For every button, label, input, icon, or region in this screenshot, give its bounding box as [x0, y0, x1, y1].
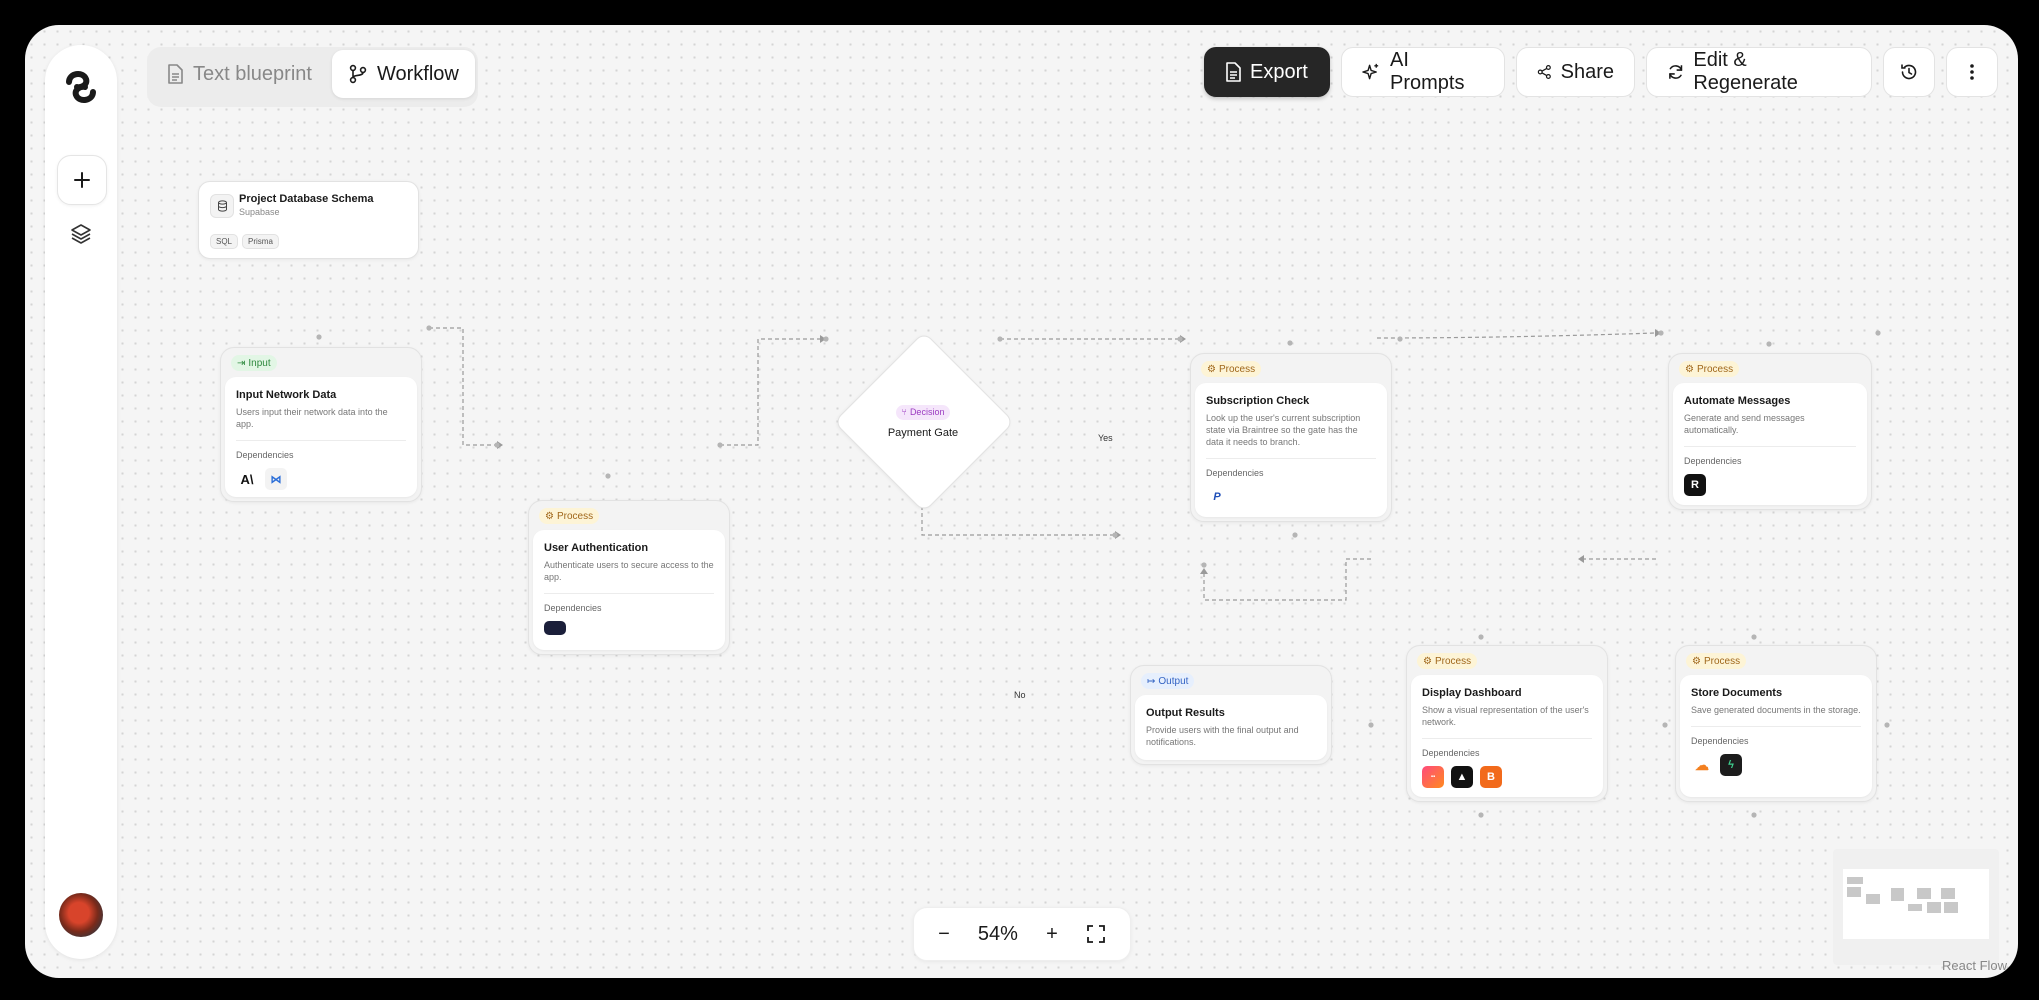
- process-badge: ⚙ Process: [1686, 653, 1747, 669]
- decision-badge: ⑂ Decision: [895, 404, 951, 420]
- input-badge: ⇥ Input: [231, 355, 277, 371]
- dependencies-label: Dependencies: [1684, 456, 1742, 466]
- dependencies-label: Dependencies: [1206, 468, 1264, 478]
- anthropic-icon: A\: [236, 468, 258, 490]
- node-user-authentication[interactable]: ⚙ Process User Authentication Authenticat…: [528, 500, 730, 655]
- dependencies-label: Dependencies: [1691, 736, 1749, 746]
- payment-gate-content: ⑂ Decision Payment Gate: [845, 402, 1001, 439]
- edge-label-no: No: [1011, 690, 1029, 700]
- node-description: Generate and send messages automatically…: [1684, 413, 1805, 435]
- database-icon: [210, 194, 234, 218]
- node-input-network-data[interactable]: ⇥ Input Input Network Data Users input th…: [220, 347, 422, 502]
- minimap[interactable]: [1833, 849, 1999, 965]
- node-description: Show a visual representation of the user…: [1422, 705, 1589, 727]
- gear-icon: ⚙: [1207, 363, 1216, 375]
- node-title: Display Dashboard: [1422, 687, 1522, 699]
- minimap-canvas: [1843, 869, 1989, 939]
- node-title: Input Network Data: [236, 389, 337, 401]
- zoom-controls: − 54% +: [913, 907, 1131, 961]
- gear-icon: ⚙: [1423, 655, 1432, 667]
- schema-tag: Prisma: [242, 234, 279, 249]
- node-description: Provide users with the final output and …: [1146, 725, 1299, 747]
- edge-auth-gate: [720, 338, 820, 446]
- zoom-out-button[interactable]: −: [938, 923, 950, 946]
- edge-subscription-automate: [1376, 332, 1656, 339]
- branch-icon: ⑂: [901, 407, 907, 417]
- node-output-results[interactable]: ↦ Output Output Results Provide users wit…: [1130, 665, 1332, 765]
- brand-icon: ▪▪: [1422, 766, 1444, 788]
- node-store-documents[interactable]: ⚙ Process Store Documents Save generated …: [1675, 645, 1877, 802]
- schema-tag: SQL: [210, 234, 239, 249]
- process-badge: ⚙ Process: [1679, 361, 1740, 377]
- dependencies-label: Dependencies: [236, 450, 294, 460]
- cloudflare-icon: ☁: [1691, 754, 1713, 776]
- gear-icon: ⚙: [545, 510, 554, 522]
- edge-dashboard-output: [1203, 558, 1371, 601]
- node-automate-messages[interactable]: ⚙ Process Automate Messages Generate and …: [1668, 353, 1872, 510]
- node-title: Subscription Check: [1206, 395, 1310, 407]
- database-schema-card[interactable]: Project Database Schema Supabase SQL Pris…: [198, 181, 419, 259]
- node-title: Store Documents: [1691, 687, 1783, 699]
- node-description: Authenticate users to secure access to t…: [544, 560, 714, 582]
- schema-subtitle: Supabase: [239, 207, 280, 217]
- dark-app-icon: [544, 621, 566, 635]
- fit-view-icon[interactable]: [1086, 924, 1106, 944]
- process-badge: ⚙ Process: [1201, 361, 1262, 377]
- app-screen: Text blueprint Workflow Export AI Prompt…: [25, 25, 2018, 978]
- edge-input-auth: [429, 327, 497, 446]
- zoom-level: 54%: [977, 922, 1018, 945]
- paypal-icon: P: [1206, 486, 1228, 508]
- bolt-icon: B: [1480, 766, 1502, 788]
- dependencies-label: Dependencies: [1422, 748, 1480, 758]
- zoom-in-button[interactable]: +: [1046, 923, 1058, 946]
- node-description: Look up the user's current subscription …: [1206, 413, 1361, 447]
- node-title: Payment Gate: [887, 427, 959, 439]
- node-title: Output Results: [1146, 707, 1225, 719]
- resend-icon: R: [1684, 474, 1706, 496]
- gear-icon: ⚙: [1685, 363, 1694, 375]
- node-title: User Authentication: [544, 542, 649, 554]
- node-subscription-check[interactable]: ⚙ Process Subscription Check Look up the …: [1190, 353, 1392, 522]
- output-arrow-icon: ↦: [1147, 675, 1156, 687]
- node-description: Save generated documents in the storage.: [1691, 705, 1861, 715]
- supabase-icon: ϟ: [1720, 754, 1742, 776]
- vercel-icon: ▲: [1451, 766, 1473, 788]
- edge-label-yes: Yes: [1095, 433, 1116, 443]
- node-description: Users input their network data into the …: [236, 407, 388, 429]
- process-badge: ⚙ Process: [539, 508, 600, 524]
- dependencies-label: Dependencies: [544, 603, 602, 613]
- node-display-dashboard[interactable]: ⚙ Process Display Dashboard Show a visual…: [1406, 645, 1608, 802]
- device-frame: Text blueprint Workflow Export AI Prompt…: [2, 2, 2037, 998]
- react-flow-attribution[interactable]: React Flow: [1942, 958, 2007, 973]
- node-title: Automate Messages: [1684, 395, 1791, 407]
- input-arrow-icon: ⇥: [237, 357, 246, 369]
- gear-icon: ⚙: [1692, 655, 1701, 667]
- output-badge: ↦ Output: [1141, 673, 1195, 689]
- process-badge: ⚙ Process: [1417, 653, 1478, 669]
- schema-title: Project Database Schema: [239, 193, 374, 205]
- nodes-icon: ⋈: [265, 468, 287, 490]
